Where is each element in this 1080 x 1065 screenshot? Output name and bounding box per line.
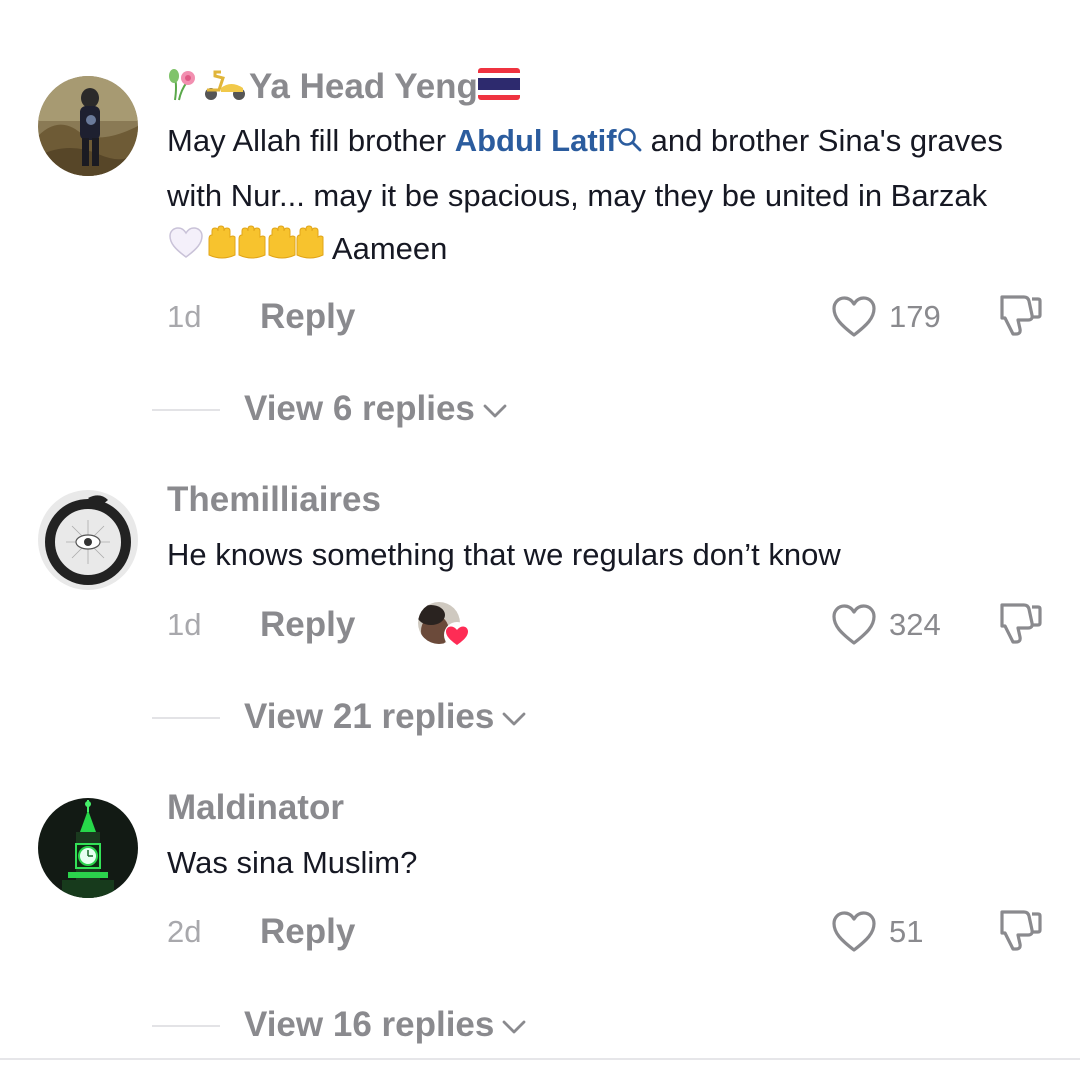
flower-emoji-icon (167, 66, 201, 111)
comment-time: 1d (167, 299, 202, 334)
thailand-flag-icon (477, 68, 520, 109)
bottom-divider (0, 1058, 1080, 1060)
like-count: 179 (889, 299, 941, 334)
avatar[interactable] (38, 76, 138, 176)
comment-username[interactable]: Themilliaires (167, 480, 381, 520)
comment-text: May Allah fill brother Abdul Latif and br… (167, 114, 1057, 277)
like-count: 324 (889, 607, 941, 642)
reply-button[interactable]: Reply (260, 910, 355, 954)
replies-divider (152, 1025, 220, 1027)
chevron-down-icon (483, 386, 507, 430)
like-count: 51 (889, 914, 924, 949)
view-replies-button[interactable]: View 16 replies (244, 1003, 526, 1047)
view-replies-button[interactable]: View 6 replies (244, 387, 507, 431)
replies-divider (152, 717, 220, 719)
heart-badge-icon (444, 622, 470, 648)
heart-outline-icon[interactable] (831, 603, 877, 652)
comment-time: 1d (167, 607, 202, 642)
comment-username[interactable]: Maldinator (167, 788, 344, 828)
comment-text: He knows something that we regulars don’… (167, 537, 841, 572)
comment-time: 2d (167, 914, 202, 949)
avatar[interactable] (38, 490, 138, 590)
comment-text: Was sina Muslim? (167, 845, 418, 880)
thumbs-down-icon[interactable] (994, 291, 1044, 342)
search-icon[interactable] (617, 116, 643, 169)
mention-link[interactable]: Abdul Latif (455, 123, 617, 158)
view-replies-button[interactable]: View 21 replies (244, 695, 526, 739)
scooter-emoji-icon (201, 66, 249, 111)
creator-liked-badge (417, 601, 473, 651)
heart-outline-icon[interactable] (831, 910, 877, 959)
thumbs-down-icon[interactable] (994, 599, 1044, 650)
raised-hands-emoji-icon (205, 224, 325, 277)
chevron-down-icon (502, 1002, 526, 1046)
white-heart-emoji-icon (167, 224, 205, 277)
reply-button[interactable]: Reply (260, 295, 355, 339)
comment-username[interactable]: Ya Head Yeng (167, 66, 520, 111)
thumbs-down-icon[interactable] (994, 906, 1044, 957)
replies-divider (152, 409, 220, 411)
heart-outline-icon[interactable] (831, 295, 877, 344)
chevron-down-icon (502, 694, 526, 738)
avatar[interactable] (38, 798, 138, 898)
reply-button[interactable]: Reply (260, 603, 355, 647)
